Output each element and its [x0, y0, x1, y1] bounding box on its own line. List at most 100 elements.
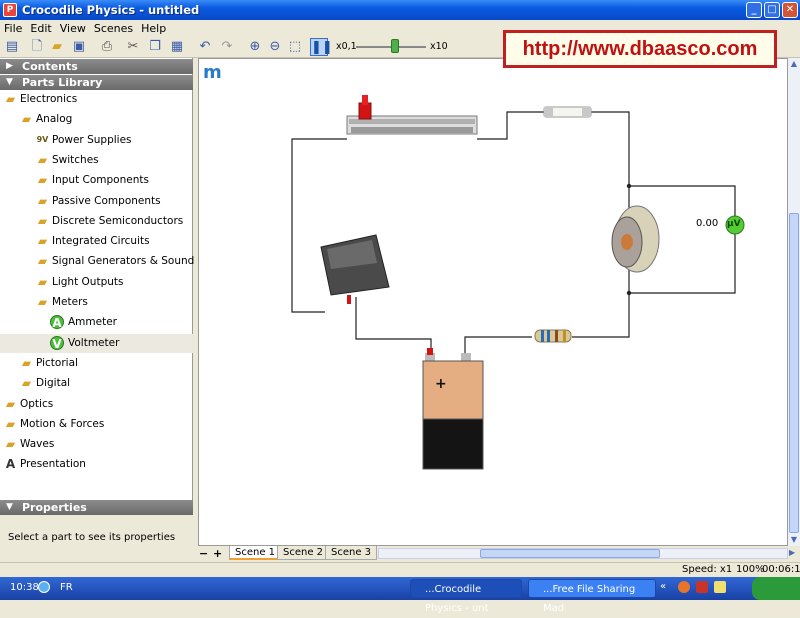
maximize-button[interactable]: □: [764, 2, 780, 18]
menu-help[interactable]: Help: [137, 20, 170, 35]
circuit-canvas[interactable]: m + 0.00 μV: [198, 58, 788, 546]
light-outputs-icon: ▰: [37, 274, 48, 289]
start-button[interactable]: [752, 577, 800, 600]
tree-item[interactable]: ▰ Input Components: [0, 171, 193, 190]
scrollbar-thumb[interactable]: [789, 213, 799, 533]
voltmeter-icon: V: [50, 335, 64, 351]
language-indicator[interactable]: FR: [60, 582, 73, 593]
left-panel: ▶ Contents ▼ Parts Library ▰ Electronics ▰ An…: [0, 58, 195, 548]
notepad-icon[interactable]: [714, 581, 726, 593]
tree-item-label: Ammeter: [68, 316, 117, 329]
zoom-status: 100%: [736, 564, 765, 575]
firefox-icon[interactable]: [678, 581, 690, 593]
tree-item-label: Waves: [20, 438, 55, 451]
tree-item[interactable]: ▰ Waves: [0, 435, 193, 454]
tree-item[interactable]: ▰ Meters: [0, 293, 193, 312]
tree-item[interactable]: V Voltmeter: [0, 333, 193, 353]
close-button[interactable]: ✕: [782, 2, 798, 18]
add-scene-button[interactable]: +: [213, 547, 222, 560]
menu-view[interactable]: View: [56, 20, 90, 35]
tree-item[interactable]: 9V Power Supplies: [0, 131, 193, 150]
switches-icon: ▰: [37, 152, 48, 167]
wire-junction: [626, 183, 632, 189]
tree-item[interactable]: ▰ Integrated Circuits: [0, 232, 193, 251]
tray-app-icon[interactable]: [696, 581, 708, 593]
fuse[interactable]: [543, 106, 592, 118]
copy-icon[interactable]: ❐: [146, 38, 164, 56]
parts-library-header[interactable]: ▼ Parts Library: [0, 75, 193, 90]
tree-item[interactable]: A Presentation: [0, 455, 193, 474]
waves-folder-icon: ▰: [5, 437, 16, 452]
print-icon[interactable]: ⎙: [98, 38, 116, 56]
voltmeter-unit: μV: [727, 219, 741, 229]
open-folder-icon[interactable]: ▰: [48, 38, 66, 56]
redo-icon[interactable]: ↷: [218, 38, 236, 56]
task-file-sharing[interactable]: ...Free File Sharing Mad: [528, 579, 656, 614]
zoom-fit-icon[interactable]: ⬚: [286, 38, 304, 56]
tree-item-label: Signal Generators & Sound: [52, 255, 195, 268]
tree-item[interactable]: ▰ Motion & Forces: [0, 415, 193, 434]
power-supplies-icon: 9V: [36, 134, 49, 144]
scroll-down-icon[interactable]: ▼: [788, 534, 800, 546]
properties-header[interactable]: ▼ Properties: [0, 500, 193, 515]
menu-edit[interactable]: Edit: [26, 20, 55, 35]
motor[interactable]: [611, 205, 660, 273]
analog-folder-icon: ▰: [21, 112, 32, 127]
semiconductors-icon: ▰: [37, 213, 48, 228]
paste-icon[interactable]: ▦: [168, 38, 186, 56]
tree-item-label: Digital: [36, 377, 71, 390]
tree-item[interactable]: ▰ Switches: [0, 151, 193, 170]
remove-scene-button[interactable]: −: [199, 547, 208, 560]
tree-item[interactable]: ▰ Electronics: [0, 90, 193, 109]
undo-icon[interactable]: ↶: [196, 38, 214, 56]
save-icon[interactable]: ▣: [70, 38, 88, 56]
contents-header[interactable]: ▶ Contents: [0, 59, 193, 74]
tree-item-label: Switches: [52, 153, 99, 166]
zoom-min-label: x0,1: [336, 41, 357, 52]
tree-item[interactable]: ▰ Discrete Semiconductors: [0, 212, 193, 231]
cut-icon[interactable]: ✂: [124, 38, 142, 56]
task-crocodile-physics[interactable]: ...Crocodile Physics - unt: [410, 579, 522, 614]
battery[interactable]: [422, 348, 484, 470]
h-scrollbar-thumb[interactable]: [480, 549, 660, 558]
expand-arrow-icon: ▶: [6, 61, 13, 71]
tab-scene-3[interactable]: Scene 3: [325, 546, 378, 560]
rocker-switch[interactable]: [320, 234, 390, 304]
tree-item[interactable]: ▰ Optics: [0, 395, 193, 414]
zoom-in-icon[interactable]: ⊕: [246, 38, 264, 56]
new-file-icon[interactable]: 🗋: [28, 38, 46, 56]
tree-item[interactable]: ▰ Passive Components: [0, 192, 193, 211]
tree-item[interactable]: ▰ Signal Generators & Sound: [0, 252, 195, 271]
menu-file[interactable]: File: [0, 20, 26, 35]
tree-item-label: Motion & Forces: [20, 417, 105, 430]
tree-item[interactable]: A Ammeter: [0, 313, 193, 332]
scroll-up-icon[interactable]: ▲: [788, 58, 800, 70]
passive-components-icon: ▰: [37, 193, 48, 208]
tree-item[interactable]: ▰ Analog: [0, 110, 193, 129]
tree-item[interactable]: ▰ Digital: [0, 374, 193, 393]
horizontal-scrollbar[interactable]: [378, 548, 788, 559]
title-bar: P Crocodile Physics - untitled _ □ ✕: [0, 0, 800, 20]
menu-scenes[interactable]: Scenes: [90, 20, 137, 35]
optics-folder-icon: ▰: [5, 396, 16, 411]
zoom-slider-thumb[interactable]: [390, 39, 399, 53]
library-icon[interactable]: ▤: [3, 38, 21, 56]
input-components-icon: ▰: [37, 173, 48, 188]
minimize-button[interactable]: _: [746, 2, 762, 18]
window-title: Crocodile Physics - untitled: [22, 3, 200, 17]
scroll-right-icon[interactable]: ▶: [789, 548, 795, 557]
circuit-wires: [291, 111, 736, 357]
tab-scene-2[interactable]: Scene 2: [277, 546, 330, 560]
pause-icon[interactable]: ❚❚: [310, 38, 333, 56]
status-bar: Speed: x1 100% 00:06:15: [0, 562, 800, 577]
tree-item-label: Power Supplies: [52, 133, 132, 146]
vertical-scrollbar[interactable]: ▲ ▼: [788, 58, 800, 548]
tray-expand-icon[interactable]: «: [660, 581, 666, 592]
zoom-out-icon[interactable]: ⊖: [266, 38, 284, 56]
tree-item[interactable]: ▰ Pictorial: [0, 354, 193, 373]
tree-item[interactable]: ▰ Light Outputs: [0, 273, 193, 292]
rheostat[interactable]: [346, 95, 478, 135]
tab-scene-1[interactable]: Scene 1: [229, 546, 282, 560]
resistor[interactable]: [534, 329, 572, 343]
globe-icon[interactable]: [38, 581, 50, 593]
